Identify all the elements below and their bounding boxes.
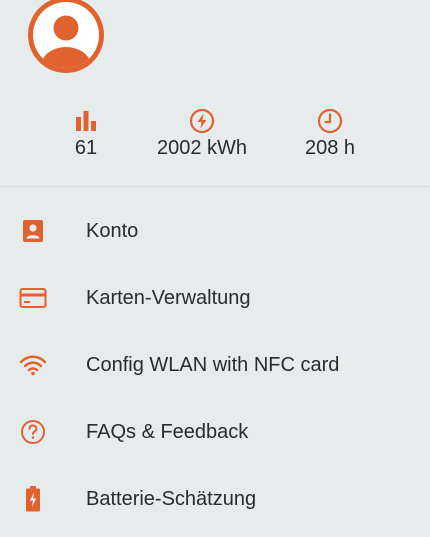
menu-item-label: FAQs & Feedback: [86, 420, 249, 443]
menu-list: Konto Karten-Verwaltung Config WLAN with…: [0, 197, 430, 532]
menu-item-label: Config WLAN with NFC card: [86, 353, 340, 376]
battery-icon-wrap: [18, 484, 48, 514]
stat-energy: 2002 kWh: [132, 108, 272, 160]
credit-card-icon: [19, 287, 47, 308]
bar-chart-icon: [76, 111, 96, 131]
menu-item-config-wlan[interactable]: Config WLAN with NFC card: [0, 331, 430, 398]
credit-card-icon-wrap: [18, 283, 48, 313]
user-circle-icon: [28, 0, 104, 73]
help-icon: [21, 419, 45, 444]
avatar[interactable]: [25, 0, 107, 76]
menu-item-label: Batterie-Schätzung: [86, 487, 257, 510]
clock-icon: [317, 108, 343, 134]
menu-item-faqs-feedback[interactable]: FAQs & Feedback: [0, 398, 430, 465]
wifi-icon: [19, 355, 47, 375]
menu-item-label: Konto: [86, 219, 139, 242]
menu-item-konto[interactable]: Konto: [0, 197, 430, 264]
stat-duration: 208 h: [260, 108, 400, 160]
account-icon: [23, 219, 43, 242]
stats-row: 61 2002 kWh 208 h: [0, 108, 430, 168]
stat-energy-value: 2002 kWh: [156, 137, 248, 159]
divider: [0, 186, 430, 187]
help-icon-wrap: [18, 417, 48, 447]
lightning-icon: [189, 108, 215, 134]
menu-item-karten-verwaltung[interactable]: Karten-Verwaltung: [0, 264, 430, 331]
menu-item-label: Karten-Verwaltung: [86, 286, 251, 309]
wifi-icon-wrap: [18, 350, 48, 380]
menu-item-batterie-schaetzung[interactable]: Batterie-Schätzung: [0, 465, 430, 532]
stat-duration-value: 208 h: [304, 137, 356, 159]
account-icon-wrap: [18, 216, 48, 246]
battery-icon: [26, 485, 40, 511]
